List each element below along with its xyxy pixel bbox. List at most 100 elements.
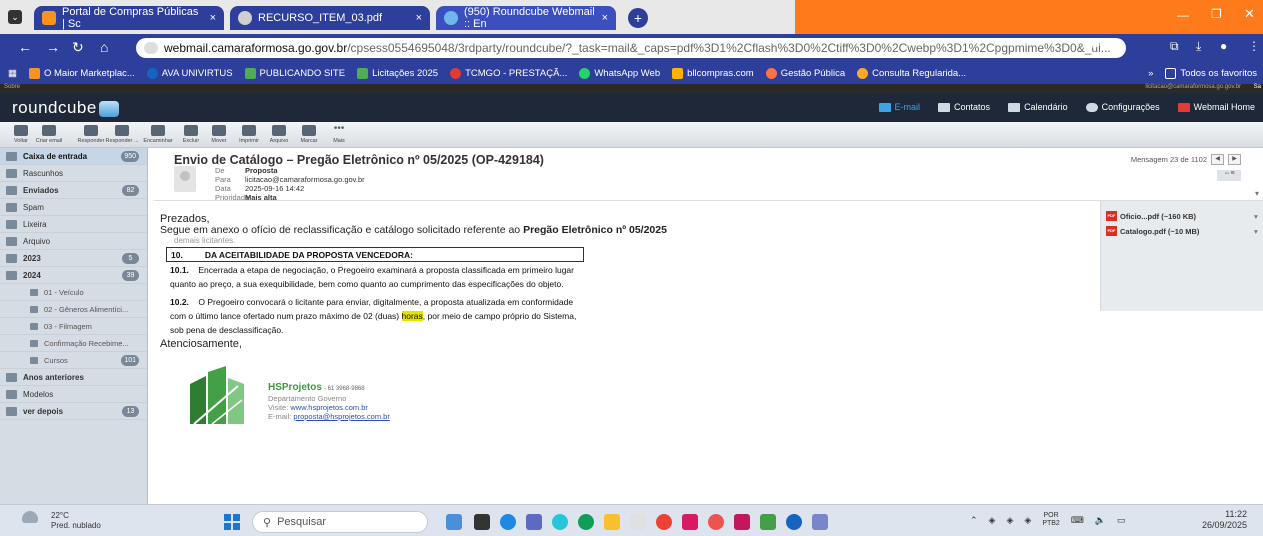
back-button[interactable]: Voltar — [6, 125, 36, 144]
profile-icon[interactable]: ● — [1220, 39, 1227, 53]
reply-all-button[interactable]: Responder ... — [104, 125, 140, 144]
folder-item[interactable]: Modelos — [0, 386, 147, 403]
apps-icon[interactable]: ▦ — [8, 68, 17, 79]
zoom-icon[interactable]: ⚲ — [1090, 39, 1099, 53]
taskbar-search[interactable]: ⚲ Pesquisar — [252, 511, 428, 533]
forward-button[interactable]: Encaminhar — [140, 125, 176, 144]
start-button[interactable] — [224, 514, 240, 530]
tray-app-icon[interactable]: ◈ — [1024, 515, 1031, 526]
bookmark-item[interactable]: PUBLICANDO SITE — [244, 67, 345, 79]
bookmark-item[interactable]: WhatsApp Web — [579, 67, 660, 79]
teams-icon[interactable] — [526, 514, 542, 530]
app-icon[interactable] — [474, 514, 490, 530]
folder-item[interactable]: 2024 39 — [0, 267, 147, 284]
chrome-icon[interactable] — [656, 514, 672, 530]
app-icon[interactable] — [446, 514, 462, 530]
nav-email[interactable]: E-mail — [878, 102, 920, 112]
network-icon[interactable]: ⌨ — [1071, 515, 1084, 526]
email-link[interactable]: proposta@hsprojetos.com.br — [293, 412, 389, 421]
bookmark-item[interactable]: AVA UNIVIRTUS — [146, 67, 233, 79]
clock[interactable]: 11:22 26/09/2025 — [1202, 509, 1247, 531]
tray-app-icon[interactable]: ◈ — [989, 515, 996, 526]
nav-calendar[interactable]: Calendário — [1008, 102, 1068, 112]
move-button[interactable]: Mover — [204, 125, 234, 144]
folder-item[interactable]: Cursos 101 — [0, 352, 147, 369]
weather-widget[interactable]: 22°C Pred. nublado — [22, 511, 101, 531]
folder-item[interactable]: Spam — [0, 199, 147, 216]
site-info-icon[interactable] — [144, 42, 158, 54]
app-icon[interactable] — [812, 514, 828, 530]
folder-item[interactable]: Anos anteriores — [0, 369, 147, 386]
bookmark-item[interactable]: TCMGO - PRESTAÇÃ... — [450, 67, 567, 79]
folder-item[interactable]: Lixeira — [0, 216, 147, 233]
file-explorer-icon[interactable] — [604, 514, 620, 530]
close-window-icon[interactable]: ✕ — [1244, 6, 1255, 22]
folder-item[interactable]: ver depois 13 — [0, 403, 147, 420]
delete-button[interactable]: Excluir — [176, 125, 206, 144]
wps-icon[interactable] — [734, 514, 750, 530]
folder-item[interactable]: Caixa de entrada 950 — [0, 148, 147, 165]
header-toggle-icon[interactable]: ⇔≡ — [1217, 170, 1241, 181]
bookmark-item[interactable]: Gestão Pública — [765, 67, 845, 79]
tray-app-icon[interactable]: ◈ — [1006, 515, 1013, 526]
expand-header-icon[interactable]: ▾ — [1255, 189, 1259, 198]
extensions-icon[interactable]: ⧉ — [1170, 39, 1179, 54]
nav-contacts[interactable]: Contatos — [938, 102, 990, 112]
folder-item[interactable]: 02 - Gêneros Alimentíci... — [0, 301, 147, 318]
roundcube-logo[interactable]: roundcube — [12, 98, 119, 118]
chrome-profile-icon[interactable] — [786, 514, 802, 530]
tab-portal-compras[interactable]: Portal de Compras Públicas | Sc × — [34, 6, 224, 30]
minimize-icon[interactable]: — — [1177, 8, 1189, 22]
attachment-item[interactable]: PDF Catalogo.pdf (~10 MB) ▾ — [1106, 226, 1258, 236]
reply-button[interactable]: Responder — [76, 125, 106, 144]
folder-item[interactable]: Arquivo — [0, 233, 147, 250]
attachment-menu-icon[interactable]: ▾ — [1254, 227, 1258, 236]
download-icon[interactable]: ⤓ — [1196, 39, 1201, 54]
new-tab-button[interactable]: + — [628, 8, 648, 28]
app-icon[interactable] — [760, 514, 776, 530]
tab-search-icon[interactable]: ⌄ — [8, 10, 22, 24]
reload-icon[interactable]: ↻ — [72, 39, 84, 56]
tray-overflow-icon[interactable]: ⌃ — [970, 515, 978, 526]
app-icon[interactable] — [630, 514, 646, 530]
all-bookmarks[interactable]: Todos os favoritos — [1165, 67, 1257, 79]
compose-button[interactable]: Criar email — [34, 125, 64, 144]
url-field[interactable]: webmail.camaraformosa.go.gov.br /cpsess0… — [136, 38, 1126, 58]
folder-item[interactable]: 01 - Veículo — [0, 284, 147, 301]
site-link[interactable]: www.hsprojetos.com.br — [290, 403, 368, 412]
tab-close-icon[interactable]: × — [602, 12, 608, 24]
tab-close-icon[interactable]: × — [210, 12, 216, 24]
menu-icon[interactable]: ⋮ — [1248, 39, 1260, 53]
folder-item[interactable]: Rascunhos — [0, 165, 147, 182]
archive-button[interactable]: Arquivo — [264, 125, 294, 144]
sender-name[interactable]: Proposta — [245, 166, 278, 175]
about-link[interactable]: Sobre — [4, 84, 20, 90]
bookmarks-overflow-icon[interactable]: » — [1148, 68, 1153, 79]
battery-icon[interactable]: ▭ — [1117, 515, 1126, 526]
prev-message-icon[interactable]: ◀ — [1211, 154, 1224, 165]
bookmark-item[interactable]: Consulta Regularida... — [857, 67, 966, 79]
forward-icon[interactable]: → — [46, 39, 60, 55]
print-button[interactable]: Imprimir — [234, 125, 264, 144]
mark-button[interactable]: Marcar — [294, 125, 324, 144]
recipient-email[interactable]: licitacao@camaraformosa.go.gov.br — [245, 175, 365, 184]
app-icon[interactable] — [682, 514, 698, 530]
home-icon[interactable]: ⌂ — [100, 39, 108, 55]
back-icon[interactable]: ← — [18, 39, 32, 55]
tab-recurso-pdf[interactable]: RECURSO_ITEM_03.pdf × — [230, 6, 430, 30]
bookmark-item[interactable]: Licitações 2025 — [357, 67, 438, 79]
volume-icon[interactable]: 🔈 — [1095, 515, 1106, 526]
bookmark-item[interactable]: O Maior Marketplac... — [28, 67, 135, 79]
next-message-icon[interactable]: ▶ — [1228, 154, 1241, 165]
copilot-icon[interactable] — [552, 514, 568, 530]
edge-icon[interactable] — [578, 514, 594, 530]
folder-item[interactable]: Enviados 82 — [0, 182, 147, 199]
bookmark-star-icon[interactable]: ☆ — [1112, 39, 1123, 53]
tab-close-icon[interactable]: × — [416, 12, 422, 24]
folder-item[interactable]: 2023 5 — [0, 250, 147, 267]
maximize-icon[interactable]: ❐ — [1211, 7, 1222, 21]
tab-roundcube[interactable]: (950) Roundcube Webmail :: En × — [436, 6, 616, 30]
app-icon[interactable] — [708, 514, 724, 530]
attachment-item[interactable]: PDF Oficio...pdf (~160 KB) ▾ — [1106, 211, 1258, 221]
nav-settings[interactable]: Configurações — [1085, 102, 1160, 112]
